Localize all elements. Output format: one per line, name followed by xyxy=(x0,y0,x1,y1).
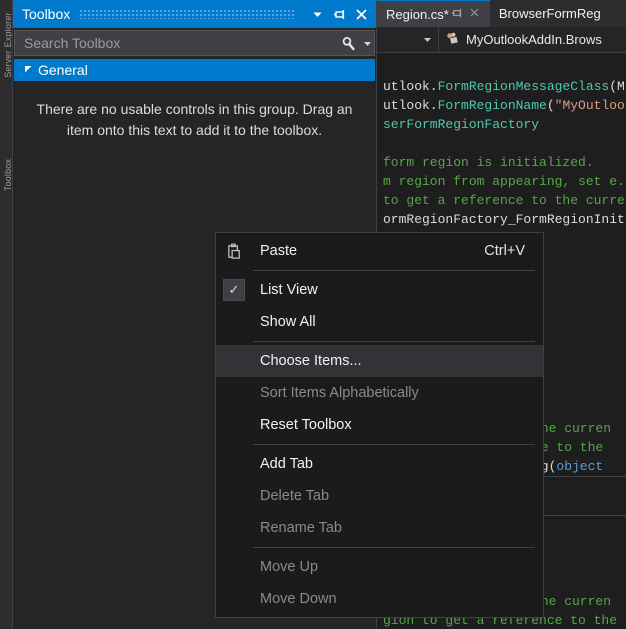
menu-item-label: Add Tab xyxy=(260,456,313,472)
search-icon[interactable] xyxy=(336,31,360,55)
toolbox-title: Toolbox xyxy=(22,6,71,22)
code-span: utlook. xyxy=(383,98,438,113)
search-dropdown-icon[interactable] xyxy=(360,31,374,55)
close-icon[interactable] xyxy=(350,3,372,25)
menu-item-label: Show All xyxy=(260,314,316,330)
code-line: ormRegionFactory_FormRegionInit xyxy=(383,210,626,229)
toolbox-context-menu[interactable]: Paste Ctrl+V ✓ List View Show All Choose Item… xyxy=(215,232,544,618)
navbar-scope-text: MyOutlookAddIn.Brows xyxy=(466,32,602,47)
editor-navigation-bar: MyOutlookAddIn.Brows xyxy=(377,27,626,53)
code-span: utlook. xyxy=(383,79,438,94)
navbar-scope-dropdown[interactable]: MyOutlookAddIn.Brows xyxy=(439,27,626,52)
menu-item-list-view[interactable]: ✓ List View xyxy=(216,274,543,306)
menu-separator xyxy=(253,341,535,342)
menu-item-move-up: Move Up xyxy=(216,551,543,583)
code-span: ormRegionFactory_FormRegionInit xyxy=(383,212,625,227)
document-tabstrip: Region.cs* BrowserFormReg xyxy=(377,0,626,27)
code-line: to get a reference to the curre xyxy=(383,191,626,210)
menu-item-paste[interactable]: Paste Ctrl+V xyxy=(216,235,543,267)
document-tab-region-cs[interactable]: Region.cs* xyxy=(377,0,490,27)
expander-icon[interactable] xyxy=(24,65,38,76)
menu-separator xyxy=(253,547,535,548)
menu-item-add-tab[interactable]: Add Tab xyxy=(216,448,543,480)
vtab-0[interactable]: Server Explorer xyxy=(3,0,12,93)
menu-item-label: Move Down xyxy=(260,591,337,607)
check-icon: ✓ xyxy=(216,279,252,301)
document-tab-label: Region.cs* xyxy=(386,6,449,22)
code-line: form region is initialized. xyxy=(383,153,626,172)
code-line: utlook.FormRegionName("MyOutloo xyxy=(383,96,626,115)
code-span: form region is initialized. xyxy=(383,155,594,170)
tab-close-icon[interactable] xyxy=(466,7,483,21)
document-tab-label: BrowserFormReg xyxy=(498,6,601,21)
menu-item-move-down: Move Down xyxy=(216,583,543,615)
menu-item-reset-toolbox[interactable]: Reset Toolbox xyxy=(216,409,543,441)
code-span: object xyxy=(556,459,604,474)
code-span: FormRegionMessageClass xyxy=(437,79,610,94)
drag-grip[interactable] xyxy=(80,9,296,19)
toolbox-titlebar[interactable]: Toolbox xyxy=(13,0,376,28)
menu-item-rename-tab: Rename Tab xyxy=(216,512,543,544)
menu-item-label: Reset Toolbox xyxy=(260,417,352,433)
code-span: m region from appearing, set e. xyxy=(383,174,625,189)
code-span: to get a reference to the curre xyxy=(383,193,625,208)
menu-item-label: Choose Items... xyxy=(260,353,362,369)
navbar-left-dropdown[interactable] xyxy=(377,27,439,52)
menu-item-label: List View xyxy=(260,282,318,298)
code-span: serFormRegionFactory xyxy=(383,117,540,132)
menu-item-choose-items[interactable]: Choose Items... xyxy=(216,345,543,377)
code-line: serFormRegionFactory xyxy=(383,115,626,134)
menu-item-label: Paste xyxy=(260,243,298,259)
code-span: "MyOutloo xyxy=(554,98,625,113)
menu-item-delete-tab: Delete Tab xyxy=(216,480,543,512)
vtab-1[interactable]: Toolbox xyxy=(3,127,12,223)
code-span: the curren xyxy=(533,594,612,609)
code-line: utlook.FormRegionMessageClass(M xyxy=(383,77,626,96)
auto-hide-tab-strip[interactable]: Server Explorer Toolbox xyxy=(0,0,13,629)
code-span: ( xyxy=(546,98,555,113)
code-span: FormRegionName xyxy=(437,98,547,113)
code-line: m region from appearing, set e. xyxy=(383,172,626,191)
tab-pin-icon[interactable] xyxy=(449,7,466,22)
search-input[interactable]: Search Toolbox xyxy=(14,30,375,56)
menu-item-accelerator: Ctrl+V xyxy=(484,243,525,259)
code-span: (M xyxy=(609,79,625,94)
menu-item-show-all[interactable]: Show All xyxy=(216,306,543,338)
class-icon xyxy=(445,31,460,49)
document-tab-browserformregion[interactable]: BrowserFormReg xyxy=(489,0,608,27)
menu-item-label: Sort Items Alphabetically xyxy=(260,385,419,401)
toolbox-empty-message: There are no usable controls in this gro… xyxy=(36,101,353,138)
menu-item-label: Delete Tab xyxy=(260,488,330,504)
toolbox-group-general[interactable]: General xyxy=(14,59,375,81)
toolbox-dropdown-icon[interactable] xyxy=(306,3,328,25)
checkmark-glyph: ✓ xyxy=(223,279,245,301)
search-placeholder: Search Toolbox xyxy=(24,35,121,51)
menu-item-label: Move Up xyxy=(260,559,319,575)
toolbox-group-label: General xyxy=(38,62,88,78)
paste-icon xyxy=(216,243,252,260)
menu-item-sort-items-alphabetically: Sort Items Alphabetically xyxy=(216,377,543,409)
menu-separator xyxy=(253,444,535,445)
code-span: the curren xyxy=(533,421,612,436)
pin-icon[interactable] xyxy=(328,3,350,25)
menu-item-label: Rename Tab xyxy=(260,520,342,536)
menu-separator xyxy=(253,270,535,271)
